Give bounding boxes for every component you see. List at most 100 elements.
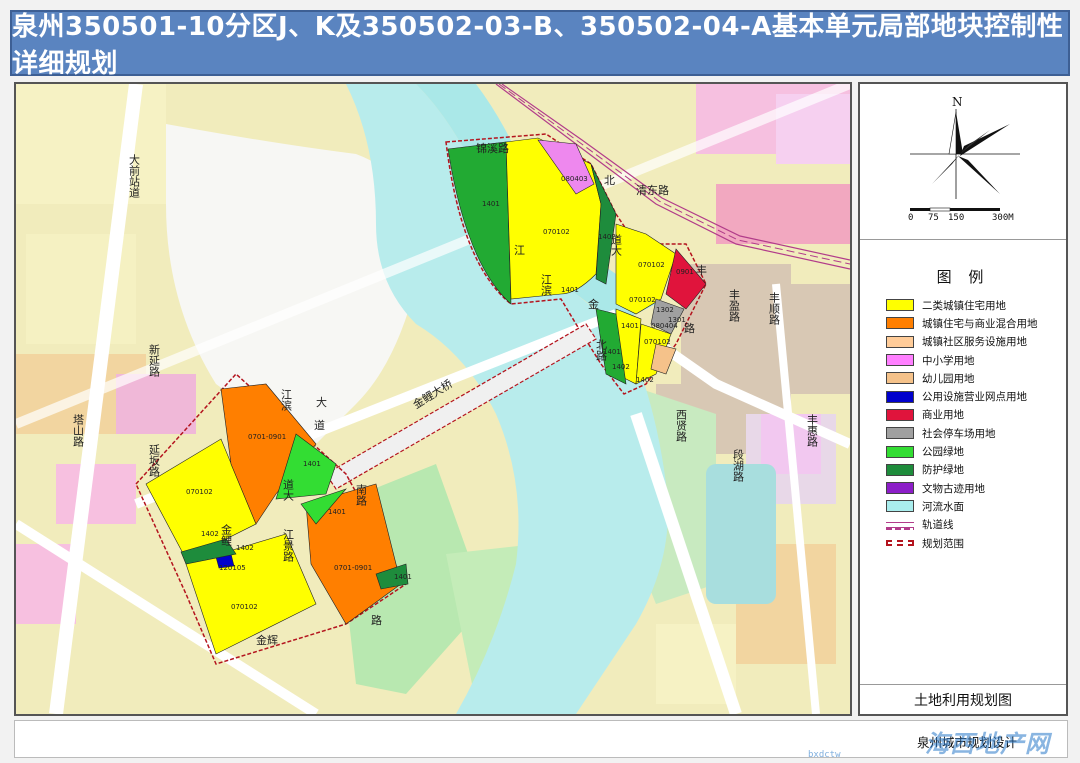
scale-tick-3: 300M	[992, 213, 1014, 223]
legend-title: 图 例	[936, 268, 990, 286]
legend-swatch	[886, 427, 914, 440]
road-label-po-yan: 延坂路	[148, 444, 161, 478]
road-label-lu-small: 路	[371, 614, 382, 627]
road-label-duan-hu: 段湖路	[732, 448, 745, 483]
code-label: 1402	[636, 376, 654, 384]
code-label: 0701-0901	[334, 564, 372, 572]
code-label: 070102	[629, 296, 656, 304]
map-name: 土地利用规划图	[860, 684, 1066, 714]
legend-item: 幼儿园用地	[886, 369, 1038, 387]
legend-swatch	[886, 540, 914, 546]
road-label-jin-hui: 金辉	[256, 633, 278, 647]
legend-label: 幼儿园用地	[922, 372, 975, 385]
road-label-dao: 道	[314, 418, 325, 432]
code-label: 1401	[394, 573, 412, 581]
legend: 图 例 二类城镇住宅用地城镇住宅与商业混合用地城镇社区服务设施用地中小学用地幼儿…	[860, 244, 1066, 684]
scale-tick-1: 75	[928, 213, 939, 223]
side-panel: N 0 75 150 300M 图 例 二类城镇住宅用地城镇住宅与商业混合用地城…	[858, 82, 1068, 716]
legend-swatch	[886, 463, 914, 476]
code-label: 070102	[543, 228, 570, 236]
road-label-da-dao: 道大	[282, 478, 295, 501]
legend-item: 二类城镇住宅用地	[886, 296, 1038, 314]
road-label-da: 大	[316, 395, 327, 409]
code-label: 0701-0901	[248, 433, 286, 441]
code-label: 1402	[612, 363, 630, 371]
code-label: 1402	[236, 544, 254, 552]
legend-swatch	[886, 408, 914, 421]
legend-label: 社会停车场用地	[922, 427, 996, 440]
legend-swatch	[886, 354, 914, 367]
legend-item: 轨道线	[886, 516, 1038, 534]
north-label: N	[952, 95, 963, 109]
legend-label: 文物古迹用地	[922, 482, 985, 495]
code-label: 070102	[186, 488, 213, 496]
legend-list: 二类城镇住宅用地城镇住宅与商业混合用地城镇社区服务设施用地中小学用地幼儿园用地公…	[886, 296, 1038, 552]
legend-item: 防护绿地	[886, 461, 1038, 479]
road-label-feng: 丰	[696, 264, 707, 277]
code-label: 1301	[668, 316, 686, 324]
lake-water	[706, 464, 776, 604]
road-label-feng-shun: 丰顺路	[768, 292, 781, 326]
legend-item: 城镇住宅与商业混合用地	[886, 314, 1038, 332]
road-label-xi-xian: 西贤路	[675, 409, 688, 443]
title-bar: 泉州350501-10分区J、K及350502-03-B、350502-04-A…	[10, 10, 1070, 79]
watermark-logo: 海西地产网	[925, 730, 1050, 758]
road-label-jin: 金	[588, 297, 599, 311]
legend-item: 河流水面	[886, 497, 1038, 515]
legend-swatch	[886, 500, 914, 513]
road-label-qing-dong: 清东路	[636, 184, 669, 197]
legend-item: 规划范围	[886, 534, 1038, 552]
code-label: 120105	[219, 564, 246, 572]
scale-tick-0: 0	[908, 213, 913, 223]
legend-swatch	[886, 390, 914, 403]
legend-item: 公园绿地	[886, 442, 1038, 460]
road-label-jiang-bin: 江滨	[540, 274, 553, 297]
legend-label: 城镇住宅与商业混合用地	[922, 317, 1038, 330]
legend-swatch	[886, 482, 914, 495]
legend-swatch	[886, 372, 914, 385]
legend-label: 商业用地	[922, 409, 964, 422]
code-label: 1401	[328, 508, 346, 516]
footer: 泉州城市规划设计	[14, 720, 1068, 758]
legend-label: 公用设施营业网点用地	[922, 391, 1027, 404]
legend-label: 防护绿地	[922, 464, 964, 477]
scale-tick-2: 150	[948, 213, 964, 223]
legend-swatch	[886, 317, 914, 330]
road-label-jin-xi: 锦溪路	[476, 141, 509, 155]
code-label: 080403	[561, 175, 588, 183]
road-label-north: 北	[604, 174, 615, 187]
compass-icon: N 0 75 150 300M	[908, 95, 1020, 223]
code-label: 1401	[482, 200, 500, 208]
legend-item: 文物古迹用地	[886, 479, 1038, 497]
legend-label: 河流水面	[922, 500, 964, 513]
road-label-feng-ying: 丰盈路	[728, 289, 741, 323]
legend-item: 城镇社区服务设施用地	[886, 333, 1038, 351]
legend-swatch	[886, 335, 914, 348]
road-label-feng-hui: 丰惠路	[806, 414, 819, 448]
compass-box: N 0 75 150 300M	[860, 84, 1066, 240]
road-label-li-jin: 金鲤	[220, 523, 233, 546]
map-svg[interactable]: 大前站道 新延路 塔山路 延坂路 锦溪路 清东路 北 道大 江滨 金 北路 金鲤…	[16, 84, 850, 714]
code-label: 070102	[638, 261, 665, 269]
legend-swatch	[886, 299, 914, 312]
legend-item: 商业用地	[886, 406, 1038, 424]
legend-item: 公用设施营业网点用地	[886, 387, 1038, 405]
code-label: 070102	[644, 338, 671, 346]
road-label-ta-shan: 塔山路	[72, 414, 85, 448]
legend-label: 规划范围	[922, 537, 964, 550]
code-label: 1402	[598, 233, 616, 241]
legend-swatch	[886, 521, 914, 530]
legend-item: 中小学用地	[886, 351, 1038, 369]
code-label: 1401	[303, 460, 321, 468]
legend-label: 二类城镇住宅用地	[922, 299, 1006, 312]
legend-swatch	[886, 445, 914, 458]
code-label: 1402	[201, 530, 219, 538]
land-use-map[interactable]: 大前站道 新延路 塔山路 延坂路 锦溪路 清东路 北 道大 江滨 金 北路 金鲤…	[14, 82, 852, 716]
road-label-nan-lu: 南路	[355, 484, 368, 507]
legend-label: 公园绿地	[922, 446, 964, 459]
legend-item: 社会停车场用地	[886, 424, 1038, 442]
code-label: 1401	[561, 286, 579, 294]
code-label: 1401	[621, 322, 639, 330]
watermark-url: bxdctw	[808, 750, 841, 760]
legend-label: 中小学用地	[922, 354, 975, 367]
